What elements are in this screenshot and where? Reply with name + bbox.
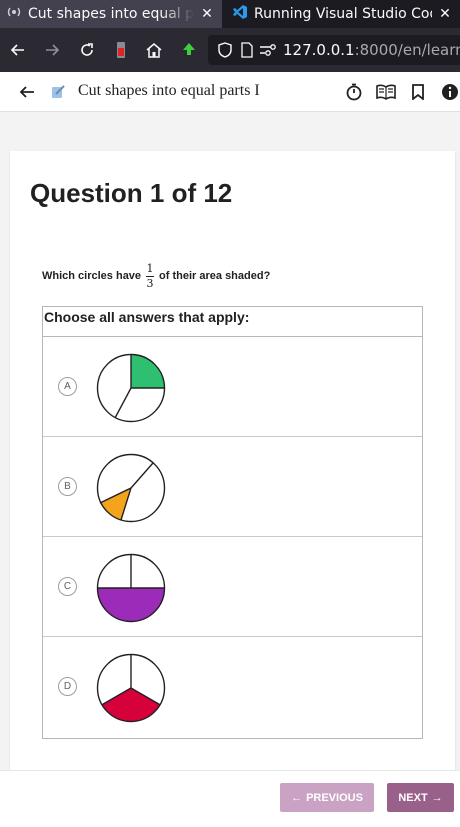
- browser-tab-bar: Cut shapes into equal parts I ✕ Running …: [0, 0, 460, 28]
- exercise-icon: [48, 82, 68, 102]
- option-letter: D: [58, 677, 77, 696]
- timer-icon[interactable]: [344, 82, 364, 102]
- circle-shape-c[interactable]: [95, 552, 167, 624]
- tab-cut-shapes[interactable]: Cut shapes into equal parts I ✕: [0, 0, 222, 28]
- prompt-text-before: Which circles have: [42, 270, 142, 282]
- close-icon[interactable]: ✕: [438, 6, 452, 22]
- previous-button[interactable]: ← PREVIOUS: [280, 783, 374, 812]
- option-letter: C: [58, 577, 77, 596]
- circle-shape-a[interactable]: [95, 352, 167, 424]
- question-heading: Question 1 of 12: [30, 178, 233, 208]
- fraction: 1 3: [146, 261, 155, 290]
- upload-arrow-icon[interactable]: [179, 40, 199, 60]
- tab-title: Cut shapes into equal parts I: [28, 6, 194, 22]
- audio-icon: [6, 5, 22, 23]
- option-a[interactable]: A: [43, 337, 422, 437]
- tab-title: Running Visual Studio Code: [254, 6, 432, 22]
- tab-vscode[interactable]: Running Visual Studio Code ✕: [226, 0, 460, 28]
- fraction-numerator: 1: [146, 261, 154, 275]
- next-button[interactable]: NEXT →: [387, 783, 454, 812]
- url-host: 127.0.0.1: [283, 41, 355, 59]
- previous-label: PREVIOUS: [306, 791, 363, 804]
- circle-shape-b[interactable]: [95, 452, 167, 524]
- home-icon[interactable]: [144, 40, 164, 60]
- shield-icon[interactable]: [215, 40, 235, 60]
- page-title: Cut shapes into equal parts I: [78, 82, 260, 99]
- extension-icon[interactable]: [111, 40, 131, 60]
- close-icon[interactable]: ✕: [200, 6, 214, 22]
- circle-shape-d[interactable]: [95, 652, 167, 724]
- page-icon[interactable]: [237, 40, 257, 60]
- option-letter: B: [58, 477, 77, 496]
- shaded-part: [102, 688, 160, 722]
- answers-instruction: Choose all answers that apply:: [43, 307, 422, 337]
- option-d[interactable]: D: [43, 637, 422, 737]
- shaded-part: [97, 588, 165, 622]
- url-path: :8000/en/learn/#: [354, 41, 460, 59]
- bookmark-icon[interactable]: [408, 82, 428, 102]
- question-prompt: Which circles have 1 3 of their area sha…: [42, 262, 270, 290]
- answers-table: Choose all answers that apply: A B C D: [42, 306, 423, 739]
- option-letter: A: [58, 377, 77, 396]
- book-icon[interactable]: [376, 82, 396, 102]
- next-label: NEXT: [398, 791, 428, 804]
- fraction-denominator: 3: [146, 276, 154, 290]
- permissions-icon[interactable]: [258, 40, 278, 60]
- info-icon[interactable]: [440, 82, 460, 102]
- option-b[interactable]: B: [43, 437, 422, 537]
- reload-icon[interactable]: [77, 40, 97, 60]
- arrow-left-icon: ←: [291, 791, 303, 804]
- option-c[interactable]: C: [43, 537, 422, 637]
- arrow-right-icon: →: [431, 791, 443, 804]
- prompt-text-after: of their area shaded?: [159, 270, 271, 282]
- url-text[interactable]: 127.0.0.1:8000/en/learn/#: [283, 38, 460, 62]
- forward-icon[interactable]: [42, 40, 62, 60]
- back-arrow-icon[interactable]: [17, 82, 37, 102]
- back-icon[interactable]: [8, 40, 28, 60]
- vscode-icon: [232, 4, 248, 24]
- app-bar: Cut shapes into equal parts I: [0, 72, 460, 112]
